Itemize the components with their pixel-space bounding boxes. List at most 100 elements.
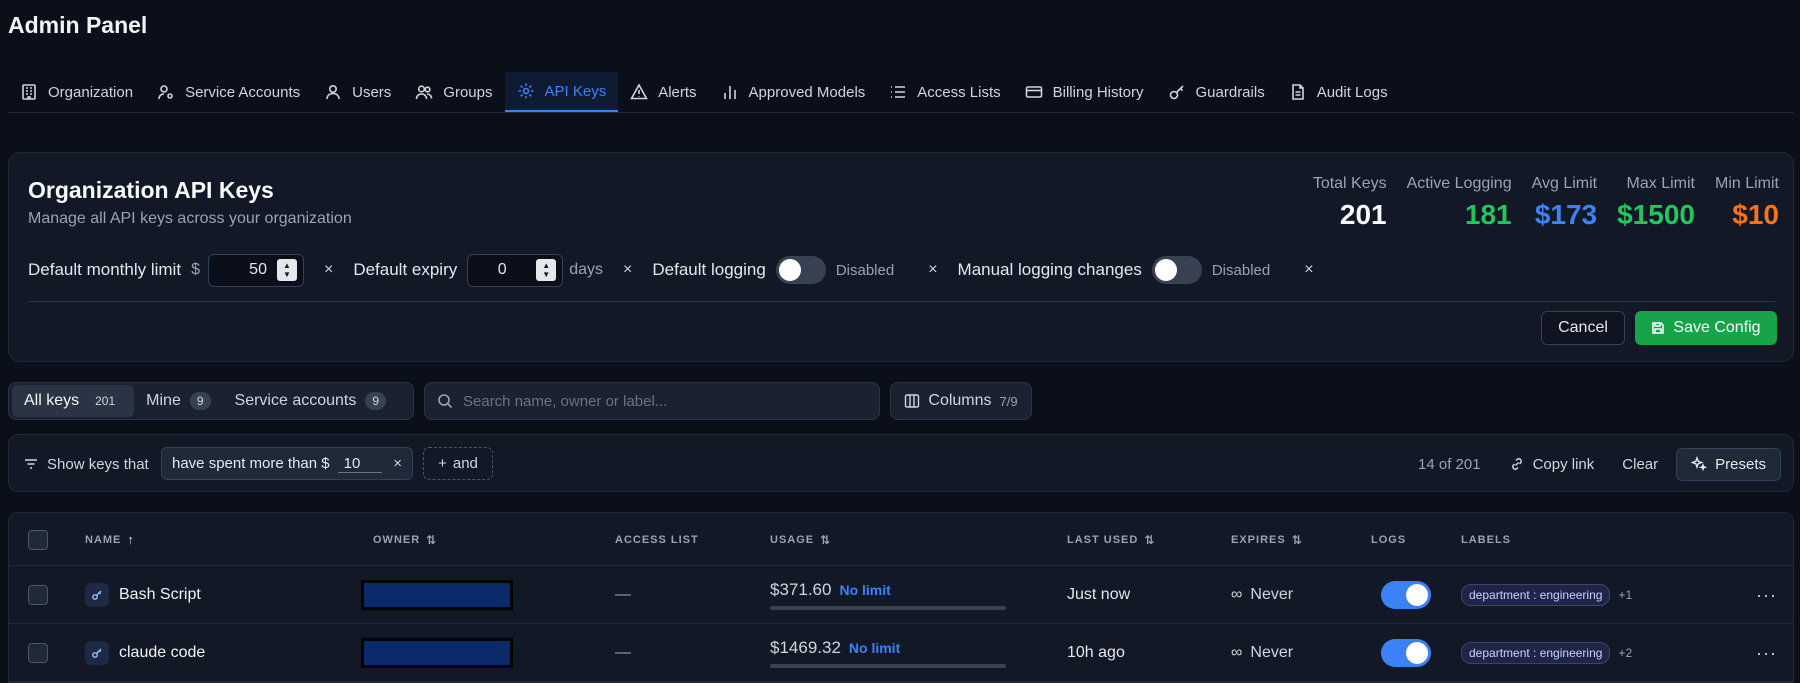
copy-link-button[interactable]: Copy link [1509,455,1595,473]
clear-monthly-limit-button[interactable]: × [324,261,333,279]
tab-guardrails[interactable]: Guardrails [1156,72,1277,112]
usage-amount: $371.60 [770,580,832,599]
header-expires[interactable]: EXPIRES ⇅ [1231,513,1303,566]
stat-avg-limit: Avg Limit $173 [1532,175,1598,231]
usage-cell: $1469.32 No limit [770,624,1006,682]
logs-cell [1371,624,1431,682]
tab-approved-models[interactable]: Approved Models [709,72,878,112]
header-usage[interactable]: USAGE ⇅ [770,513,831,566]
tab-groups[interactable]: Groups [403,72,504,112]
table-row[interactable]: Bash Script — $371.60 No limit Just now … [9,566,1793,624]
tab-alerts[interactable]: Alerts [618,72,708,112]
presets-button[interactable]: Presets [1676,447,1781,481]
logs-toggle[interactable] [1381,639,1431,667]
segment-mine[interactable]: Mine 9 [134,385,222,417]
stat-value: $173 [1534,199,1598,230]
header-access-list: ACCESS LIST [615,513,699,566]
user-gear-icon [158,85,173,100]
add-and-condition-button[interactable]: + and [423,447,493,480]
row-select-cell [28,624,48,682]
save-config-button[interactable]: Save Config [1635,311,1777,345]
tab-label: Approved Models [748,83,866,101]
label-more-count[interactable]: +2 [1618,646,1632,660]
filter-chip-spend[interactable]: have spent more than $ 10 × [161,447,413,480]
tab-service-accounts[interactable]: Service Accounts [145,72,312,112]
divider [28,301,1775,302]
table-row[interactable]: claude code — $1469.32 No limit 10h ago … [9,624,1793,682]
clear-filters-button[interactable]: Clear [1622,456,1658,473]
label-chip[interactable]: department : engineering [1461,642,1611,664]
header-labels: LABELS [1461,513,1511,566]
stepper-icon[interactable]: ▲ ▼ [276,259,297,281]
row-checkbox[interactable] [28,643,48,663]
search-input[interactable] [463,392,863,410]
columns-button[interactable]: Columns 7/9 [890,382,1032,420]
key-icon [85,583,109,607]
header-label: ACCESS LIST [615,533,699,546]
segment-service-accounts[interactable]: Service accounts 9 [223,385,399,417]
default-logging-toggle[interactable] [775,256,826,284]
tab-bar: Organization Service Accounts Users Grou… [8,72,1794,113]
header-owner[interactable]: OWNER ⇅ [373,513,437,566]
header-label: OWNER [373,533,421,546]
tab-label: Users [352,83,392,101]
select-all-checkbox[interactable] [28,529,48,550]
manual-logging-state: Disabled [1211,261,1271,279]
expiry-value: 0 [497,261,507,278]
tab-access-lists[interactable]: Access Lists [877,72,1012,112]
query-filter-bar: Show keys that have spent more than $ 10… [8,434,1794,492]
label-chip[interactable]: department : engineering [1461,584,1611,606]
usage-amount: $1469.32 [770,638,841,657]
last-used-value: Just now [1067,586,1131,603]
manual-logging-toggle[interactable] [1151,256,1202,284]
copy-link-label: Copy link [1532,455,1595,473]
stat-total-keys: Total Keys 201 [1313,175,1387,231]
plus-icon: + [438,455,447,472]
clear-manual-logging-button[interactable]: × [1304,261,1313,279]
owner-cell [361,624,513,682]
header-last-used[interactable]: LAST USED ⇅ [1067,513,1155,566]
search-box [424,382,880,420]
expiry-input[interactable]: 0 ▲ ▼ [467,253,564,287]
logs-toggle[interactable] [1381,581,1431,609]
api-keys-config-card: Organization API Keys Manage all API key… [8,152,1794,362]
last-used-cell: Just now [1067,566,1130,624]
monthly-limit-input[interactable]: 50 ▲ ▼ [207,253,304,287]
key-name[interactable]: Bash Script [119,586,201,604]
labels-cell: department : engineering +1 [1461,566,1632,624]
tab-audit-logs[interactable]: Audit Logs [1277,72,1400,112]
stepper-icon[interactable]: ▲ ▼ [536,259,557,281]
more-options-icon[interactable]: ··· [1756,585,1777,606]
key-name[interactable]: claude code [119,644,205,662]
row-checkbox[interactable] [28,585,48,605]
cancel-button[interactable]: Cancel [1541,311,1625,345]
document-icon [1291,84,1304,100]
page-title: Organization API Keys [28,177,274,203]
tab-users[interactable]: Users [312,72,403,112]
last-used-cell: 10h ago [1067,624,1125,682]
header-name[interactable]: NAME ↑ [85,513,135,566]
condition-value-input[interactable]: 10 [337,455,382,473]
more-options-icon[interactable]: ··· [1756,643,1777,664]
tab-api-keys[interactable]: API Keys [504,72,619,112]
segment-all-keys[interactable]: All keys 201 [12,385,135,417]
select-all-cell [28,513,48,566]
clear-logging-button[interactable]: × [928,261,937,279]
header-logs: LOGS [1371,513,1406,566]
header-label: LAST USED [1067,533,1139,546]
result-count: 14 of 201 [1418,455,1481,473]
access-list-value: — [615,586,631,603]
tab-billing-history[interactable]: Billing History [1013,72,1156,112]
api-keys-table: NAME ↑ OWNER ⇅ ACCESS LIST USAGE ⇅ LAST USE… [8,512,1794,683]
tab-label: Alerts [658,83,697,101]
usage-bar [770,606,1006,610]
access-list-value: — [615,644,631,661]
stat-min-limit: Min Limit $10 [1715,175,1779,231]
usage-bar [770,664,1006,668]
label-more-count[interactable]: +1 [1618,588,1632,602]
remove-filter-icon[interactable]: × [393,455,402,472]
currency-symbol: $ [191,261,200,278]
last-used-value: 10h ago [1067,644,1125,661]
clear-expiry-button[interactable]: × [623,261,632,279]
tab-organization[interactable]: Organization [8,72,145,112]
